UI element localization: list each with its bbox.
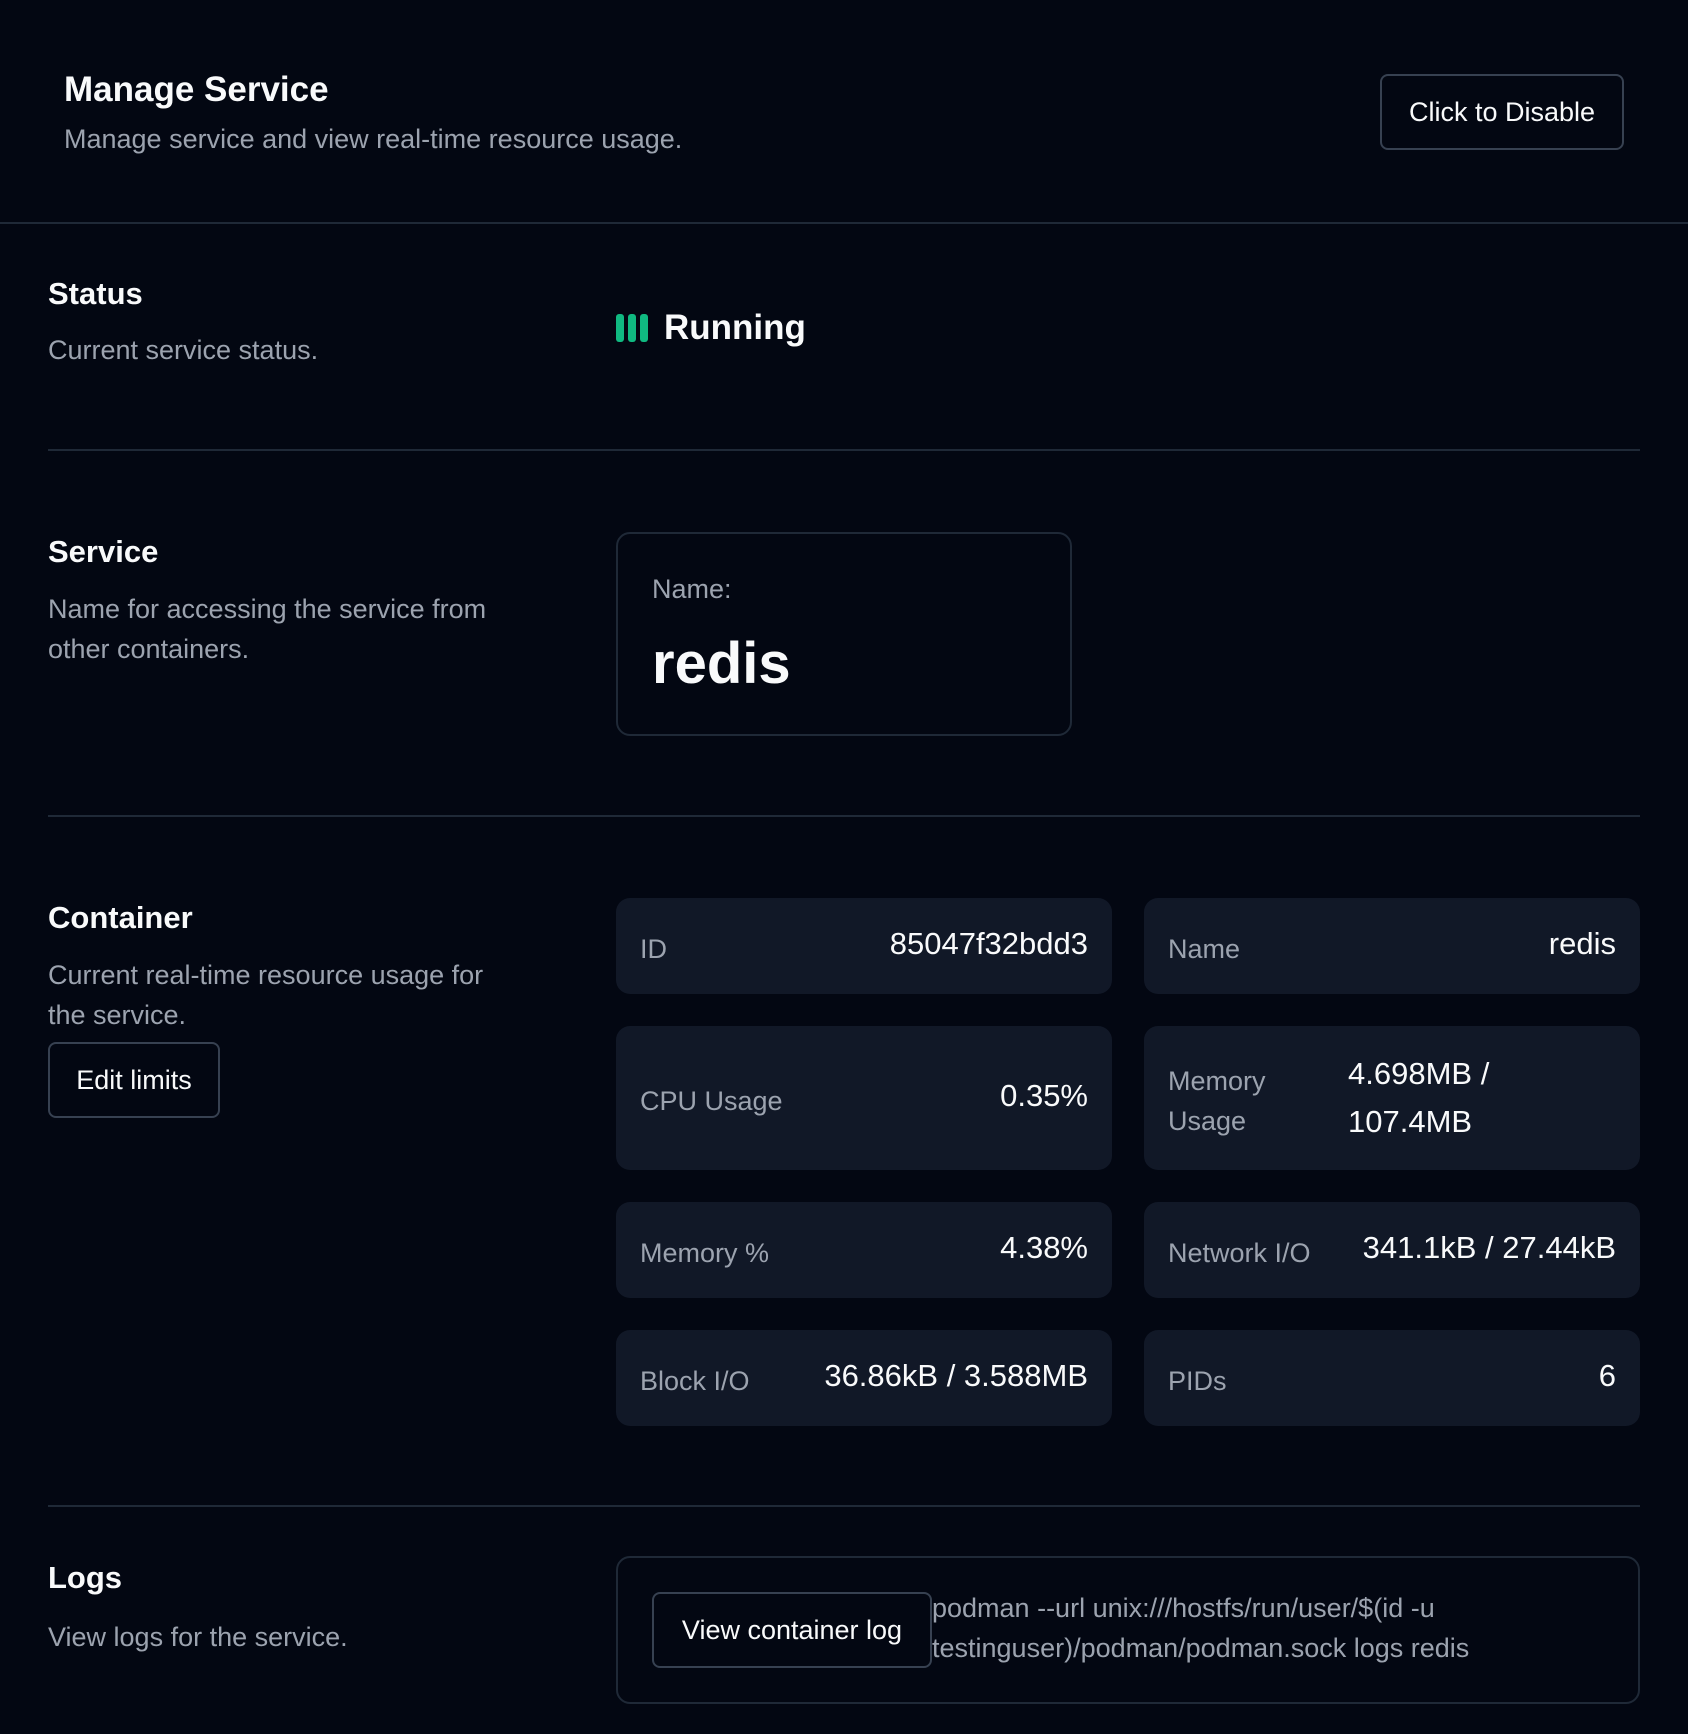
status-section-description: Current service status. — [48, 335, 319, 365]
container-section-description: Current real-time resource usage for the… — [48, 960, 484, 1030]
stat-value: 4.698MB / 107.4MB — [1348, 1056, 1490, 1139]
stat-label: CPU Usage — [640, 1086, 783, 1116]
stat-value: 6 — [1598, 1358, 1616, 1393]
page-subtitle: Manage service and view real-time resour… — [64, 124, 683, 154]
section-divider — [48, 1505, 1640, 1507]
status-indicator: Running — [616, 308, 806, 348]
stat-label: Block I/O — [640, 1366, 750, 1396]
container-section-title: Container — [48, 900, 193, 935]
service-section-title: Service — [48, 534, 159, 569]
stat-label: Network I/O — [1168, 1238, 1311, 1268]
stat-id: ID 85047f32bdd3 — [616, 898, 1112, 994]
service-name-label: Name: — [652, 574, 732, 604]
view-container-log-button[interactable]: View container log — [652, 1592, 932, 1668]
service-section-description: Name for accessing the service from othe… — [48, 594, 487, 664]
logs-card: View container log podman --url unix:///… — [616, 1556, 1640, 1704]
disable-service-button[interactable]: Click to Disable — [1380, 74, 1624, 150]
stat-value: 341.1kB / 27.44kB — [1362, 1230, 1616, 1265]
log-command-text: podman --url unix:///hostfs/run/user/$(i… — [932, 1593, 1470, 1663]
stat-pids: PIDs 6 — [1144, 1330, 1640, 1426]
logs-section-description: View logs for the service. — [48, 1622, 348, 1652]
stat-value: 4.38% — [1000, 1230, 1088, 1265]
stat-value: 0.35% — [1000, 1078, 1088, 1113]
logs-section-title: Logs — [48, 1560, 123, 1595]
status-section-title: Status — [48, 276, 143, 311]
stat-value: 85047f32bdd3 — [889, 926, 1088, 961]
service-name-value: redis — [652, 631, 791, 696]
stat-label: Memory Usage — [1168, 1066, 1266, 1136]
stat-label: Memory % — [640, 1238, 770, 1268]
stat-value: redis — [1548, 926, 1616, 961]
status-value: Running — [664, 308, 806, 347]
stat-network-io: Network I/O 341.1kB / 27.44kB — [1144, 1202, 1640, 1298]
stat-value: 36.86kB / 3.588MB — [824, 1358, 1088, 1393]
stat-name: Name redis — [1144, 898, 1640, 994]
stat-memory-percent: Memory % 4.38% — [616, 1202, 1112, 1298]
section-divider — [48, 449, 1640, 451]
stat-label: ID — [640, 934, 667, 964]
running-bars-icon — [616, 314, 648, 342]
stat-cpu-usage: CPU Usage 0.35% — [616, 1026, 1112, 1170]
section-divider — [48, 815, 1640, 817]
edit-limits-button[interactable]: Edit limits — [48, 1042, 220, 1118]
stat-block-io: Block I/O 36.86kB / 3.588MB — [616, 1330, 1112, 1426]
stat-label: PIDs — [1168, 1366, 1227, 1396]
stat-label: Name — [1168, 934, 1241, 964]
page-header: Manage Service Manage service and view r… — [0, 0, 1688, 224]
stat-memory-usage: Memory Usage 4.698MB / 107.4MB — [1144, 1026, 1640, 1170]
page-title: Manage Service — [64, 70, 329, 109]
service-name-card: Name: redis — [616, 532, 1072, 736]
